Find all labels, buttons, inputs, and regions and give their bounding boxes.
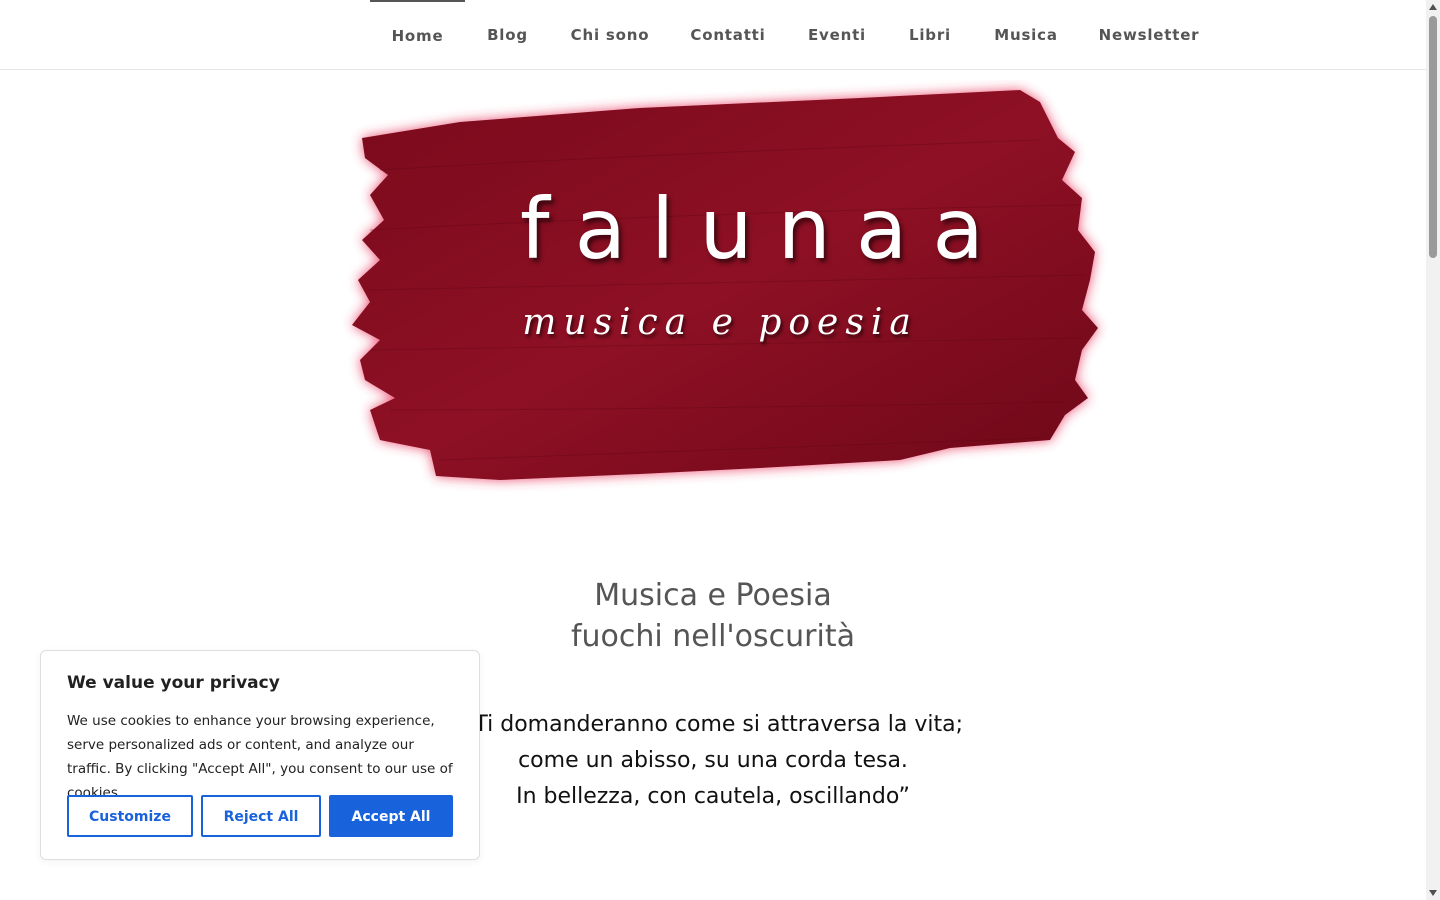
nav-item-blog[interactable]: Blog (475, 0, 540, 69)
quote-line-2: come un abisso, su una corda tesa. (518, 748, 908, 773)
accept-all-button[interactable]: Accept All (329, 795, 453, 837)
nav-item-contatti[interactable]: Contatti (678, 0, 778, 69)
poem-quote: “Ti domanderanno come si attraversa la v… (413, 707, 1013, 815)
cookie-consent-banner: We value your privacy We use cookies to … (40, 650, 480, 860)
scrollbar-thumb[interactable] (1429, 16, 1437, 258)
headline-line-2: fuochi nell'oscurità (570, 619, 855, 654)
cookie-description: We use cookies to enhance your browsing … (67, 713, 453, 801)
nav-item-musica[interactable]: Musica (984, 0, 1068, 69)
page-scrollbar[interactable] (1426, 0, 1440, 900)
hero-logo: falunaa musica e poesia (340, 80, 1110, 500)
nav-item-chi-sono[interactable]: Chi sono (560, 0, 660, 69)
scroll-down-arrow-icon[interactable] (1429, 890, 1437, 896)
nav-item-libri[interactable]: Libri (898, 0, 962, 69)
nav-item-home[interactable]: Home (370, 0, 465, 69)
quote-line-1: “Ti domanderanno come si attraversa la v… (462, 712, 964, 737)
scroll-up-arrow-icon[interactable] (1429, 4, 1437, 10)
brush-stroke-background (352, 90, 1098, 480)
brand-tagline: musica e poesia (522, 302, 918, 343)
nav-item-eventi[interactable]: Eventi (797, 0, 877, 69)
reject-all-button[interactable]: Reject All (201, 795, 321, 837)
main-navigation: Home Blog Chi sono Contatti Eventi Libri… (0, 0, 1426, 70)
cookie-title: We value your privacy (67, 673, 280, 693)
page-headline: Musica e Poesia fuochi nell'oscurità (413, 575, 1013, 657)
customize-button[interactable]: Customize (67, 795, 193, 837)
nav-item-newsletter[interactable]: Newsletter (1088, 0, 1210, 69)
quote-line-3: In bellezza, con cautela, oscillando” (516, 784, 910, 809)
headline-line-1: Musica e Poesia (594, 578, 832, 613)
falunaa-seal-icon (341, 81, 381, 121)
brand-wordmark: falunaa (520, 180, 1009, 278)
